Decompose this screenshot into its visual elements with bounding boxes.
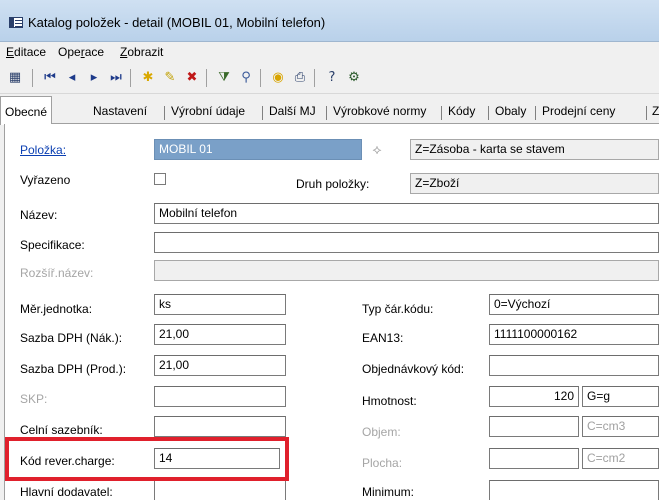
objem-field[interactable] <box>489 416 579 437</box>
edit-record-icon[interactable]: ✎ <box>160 68 180 88</box>
print-icon[interactable]: ⎙ <box>290 68 310 88</box>
tab-separator <box>326 106 327 120</box>
specifikace-field[interactable] <box>154 232 659 253</box>
title-bar: Katalog položek - detail (MOBIL 01, Mobi… <box>0 0 659 42</box>
help-icon[interactable]: ? <box>322 68 342 88</box>
mer-jednotka-field[interactable]: ks <box>154 294 286 315</box>
toolbar-separator <box>260 69 261 87</box>
sazba-dph-prod-field[interactable]: 21,00 <box>154 355 286 376</box>
sazba-dph-prod-label: Sazba DPH (Prod.): <box>20 362 127 376</box>
celni-sazebnik-label: Celní sazebník: <box>20 423 103 437</box>
highlight-frame <box>5 437 289 481</box>
toolbar-separator <box>314 69 315 87</box>
polozka-field[interactable]: MOBIL 01 <box>154 139 362 160</box>
hmotnost-field[interactable]: 120 <box>489 386 579 407</box>
toolbar-separator <box>206 69 207 87</box>
rozsir-nazev-label: Rozšíř.název: <box>20 266 94 280</box>
druh-polozky-label: Druh položky: <box>296 177 370 191</box>
find-icon[interactable]: ⚲ <box>236 68 256 88</box>
specifikace-label: Specifikace: <box>20 238 85 252</box>
menu-operace[interactable]: Operace <box>58 45 104 59</box>
tab-obecne[interactable]: Obecné <box>0 96 53 125</box>
objem-label: Objem: <box>362 425 401 439</box>
polozka-label[interactable]: Položka: <box>20 143 66 157</box>
hlavni-dodavatel-field[interactable] <box>154 480 286 500</box>
plocha-field[interactable] <box>489 448 579 469</box>
menu-bar: Editace Operace Zobrazit <box>0 42 659 62</box>
objem-unit-field[interactable]: C=cm3 <box>582 416 659 437</box>
tab-strip: Obecné Nastavení Výrobní údaje Další MJ … <box>0 96 659 125</box>
first-record-icon[interactable]: ⏮ <box>40 68 60 88</box>
tab-prodejni-ceny[interactable]: Prodejní ceny <box>542 100 615 124</box>
nazev-label: Název: <box>20 208 58 222</box>
nazev-field[interactable]: Mobilní telefon <box>154 203 659 224</box>
tab-separator <box>646 106 647 120</box>
toolbar-separator <box>130 69 131 87</box>
tab-separator <box>441 106 442 120</box>
mer-jednotka-label: Měr.jednotka: <box>20 302 93 316</box>
sazba-dph-nak-field[interactable]: 21,00 <box>154 324 286 345</box>
plocha-label: Plocha: <box>362 456 403 470</box>
delete-record-icon[interactable]: ✖ <box>182 68 202 88</box>
celni-sazebnik-field[interactable] <box>154 416 286 437</box>
tab-obaly[interactable]: Obaly <box>495 100 526 124</box>
tab-vyrobkove-normy[interactable]: Výrobkové normy <box>333 100 426 124</box>
window-title: Katalog položek - detail (MOBIL 01, Mobi… <box>28 15 326 30</box>
skp-label: SKP: <box>20 392 48 406</box>
ean13-label: EAN13: <box>362 331 404 345</box>
menu-zobrazit[interactable]: Zobrazit <box>120 45 163 59</box>
tab-nastaveni[interactable]: Nastavení <box>93 100 147 124</box>
minimum-label: Minimum: <box>362 485 415 499</box>
tab-separator <box>535 106 536 120</box>
menu-editace[interactable]: Editace <box>6 45 46 59</box>
objednavkovy-kod-label: Objednávkový kód: <box>362 362 465 376</box>
typ-car-kodu-label: Typ čár.kódu: <box>362 302 434 316</box>
tab-z[interactable]: Z <box>652 100 659 124</box>
next-record-icon[interactable]: ▸ <box>84 68 104 88</box>
polozka-type-field: Z=Zásoba - karta se stavem <box>410 139 659 160</box>
tab-separator <box>262 106 263 120</box>
pick-icon[interactable]: ⟡ <box>366 139 388 161</box>
skp-field[interactable] <box>154 386 286 407</box>
tab-vyrobni-udaje[interactable]: Výrobní údaje <box>171 100 245 124</box>
sazba-dph-nak-label: Sazba DPH (Nák.): <box>20 331 123 345</box>
ean13-field[interactable]: 1111100000162 <box>489 324 659 345</box>
minimum-field[interactable] <box>489 480 659 500</box>
hmotnost-label: Hmotnost: <box>362 394 417 408</box>
tab-separator <box>164 106 165 120</box>
table-icon[interactable]: ▦ <box>5 68 25 88</box>
tab-kody[interactable]: Kódy <box>448 100 475 124</box>
tools-icon[interactable]: ⚙ <box>344 68 364 88</box>
toolbar-separator <box>32 69 33 87</box>
tab-separator <box>488 106 489 120</box>
hlavni-dodavatel-label: Hlavní dodavatel: <box>20 485 113 499</box>
toolbar: ▦ ⏮ ◂ ▸ ⏭ ✱ ✎ ✖ ⧩ ⚲ ◉ ⎙ ? ⚙ <box>0 62 659 94</box>
previous-record-icon[interactable]: ◂ <box>62 68 82 88</box>
last-record-icon[interactable]: ⏭ <box>106 68 126 88</box>
objednavkovy-kod-field[interactable] <box>489 355 659 376</box>
coins-icon[interactable]: ◉ <box>268 68 288 88</box>
rozsir-nazev-field <box>154 260 659 281</box>
new-record-icon[interactable]: ✱ <box>138 68 158 88</box>
druh-polozky-field: Z=Zboží <box>410 173 659 194</box>
hmotnost-unit-field[interactable]: G=g <box>582 386 659 407</box>
vyrazeno-checkbox[interactable] <box>154 173 166 185</box>
window-app-icon <box>9 17 23 28</box>
filter-icon[interactable]: ⧩ <box>214 68 234 88</box>
typ-car-kodu-field[interactable]: 0=Výchozí <box>489 294 659 315</box>
plocha-unit-field[interactable]: C=cm2 <box>582 448 659 469</box>
tab-dalsi-mj[interactable]: Další MJ <box>269 100 316 124</box>
vyrazeno-label: Vyřazeno <box>20 173 71 187</box>
